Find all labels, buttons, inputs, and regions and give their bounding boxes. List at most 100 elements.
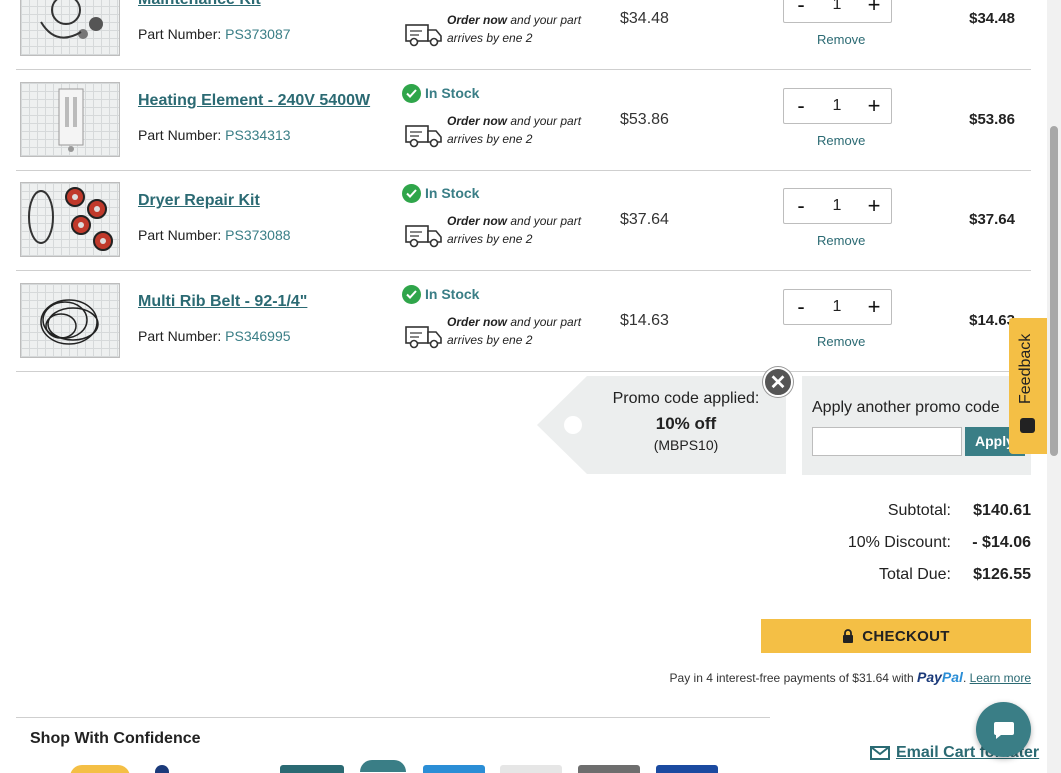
truck-icon <box>405 24 442 47</box>
badge-icon <box>656 765 718 773</box>
part-number-value[interactable]: PS373088 <box>225 227 290 243</box>
total-due-value: $126.55 <box>973 566 1031 583</box>
chat-icon <box>993 721 1014 739</box>
decrease-qty-button[interactable]: - <box>792 93 810 119</box>
paypal-suffix: . <box>962 671 967 685</box>
total-due-label: Total Due: <box>878 566 951 583</box>
remove-link[interactable]: Remove <box>817 133 865 148</box>
cart-row: Multi Rib Belt - 92-1/4" Part Number: PS… <box>16 271 1031 372</box>
cart-row: Dryer Repair Kit Part Number: PS373088 I… <box>16 170 1031 271</box>
part-number: Part Number: PS334313 <box>138 127 291 143</box>
quantity-stepper: - 1 + <box>783 88 892 124</box>
badge-icon <box>155 765 169 773</box>
badge-icon <box>423 765 485 773</box>
remove-link[interactable]: Remove <box>817 233 865 248</box>
part-number-value[interactable]: PS334313 <box>225 127 290 143</box>
badge-icon <box>70 765 130 773</box>
part-number-label: Part Number: <box>138 127 222 143</box>
paypal-logo: PayPal <box>917 669 963 685</box>
feedback-tab[interactable]: Feedback <box>1009 318 1047 454</box>
delivery-estimate: Order now and your part arrives by ene 2 <box>447 313 597 349</box>
stock-status: In Stock <box>402 83 479 103</box>
quantity-stepper: - 1 + <box>783 289 892 325</box>
quantity-value[interactable]: 1 <box>822 0 852 14</box>
badge-icon <box>578 765 640 773</box>
paypal-text: Pay in 4 interest-free payments of $31.6… <box>669 671 914 685</box>
product-name-link[interactable]: Heating Element - 240V 5400W <box>138 92 370 110</box>
promo-applied-label: Promo code applied: <box>612 390 760 407</box>
part-number-value[interactable]: PS346995 <box>225 328 290 344</box>
product-name-link[interactable]: Multi Rib Belt - 92-1/4" <box>138 293 307 311</box>
remove-link[interactable]: Remove <box>817 334 865 349</box>
eta-bold: Order now <box>447 114 508 128</box>
remove-link[interactable]: Remove <box>817 32 865 47</box>
line-total: $34.48 <box>969 10 1015 27</box>
check-icon <box>402 284 421 304</box>
stock-label: In Stock <box>425 85 480 101</box>
discount-label: 10% Discount: <box>847 534 951 551</box>
part-number: Part Number: PS346995 <box>138 328 291 344</box>
mail-icon <box>870 746 890 760</box>
decrease-qty-button[interactable]: - <box>792 0 810 18</box>
scrollbar-thumb[interactable] <box>1050 126 1058 456</box>
part-number-value[interactable]: PS373087 <box>225 26 290 42</box>
stock-label: In Stock <box>425 185 480 201</box>
scrollbar[interactable] <box>1047 0 1061 773</box>
product-image[interactable] <box>20 82 120 157</box>
part-number-label: Part Number: <box>138 26 222 42</box>
decrease-qty-button[interactable]: - <box>792 294 810 320</box>
cart-row: Heating Element - 240V 5400W Part Number… <box>16 70 1031 171</box>
badge-icon <box>280 765 344 773</box>
trust-badges <box>60 760 760 773</box>
increase-qty-button[interactable]: + <box>865 192 883 220</box>
feedback-icon <box>1020 418 1035 433</box>
promo-applied: Promo code applied: 10% off (MBPS10) <box>586 390 786 453</box>
promo-form: Apply another promo code Apply <box>802 376 1031 475</box>
lock-icon <box>843 629 854 643</box>
increase-qty-button[interactable]: + <box>865 92 883 120</box>
stock-status: In Stock <box>402 284 479 304</box>
subtotal-value: $140.61 <box>973 502 1031 519</box>
promo-code-input[interactable] <box>812 427 962 456</box>
quantity-value[interactable]: 1 <box>822 197 852 215</box>
stock-label: In Stock <box>425 286 480 302</box>
chat-button[interactable] <box>976 702 1031 757</box>
eta-bold: Order now <box>447 315 508 329</box>
product-image[interactable] <box>20 283 120 358</box>
unit-price: $14.63 <box>620 312 669 329</box>
paypal-installments: Pay in 4 interest-free payments of $31.6… <box>670 669 1031 685</box>
product-image[interactable] <box>20 0 120 56</box>
delivery-estimate: Order now and your part arrives by ene 2 <box>447 112 597 148</box>
line-total: $37.64 <box>969 211 1015 228</box>
quantity-stepper: - 1 + <box>783 188 892 224</box>
close-icon[interactable]: ✕ <box>763 367 793 397</box>
check-icon <box>402 183 421 203</box>
part-number: Part Number: PS373088 <box>138 227 291 243</box>
increase-qty-button[interactable]: + <box>865 0 883 19</box>
learn-more-link[interactable]: Learn more <box>970 671 1031 685</box>
eta-bold: Order now <box>447 214 508 228</box>
decrease-qty-button[interactable]: - <box>792 193 810 219</box>
promo-code: (MBPS10) <box>653 437 719 453</box>
checkout-button[interactable]: CHECKOUT <box>761 619 1031 653</box>
quantity-value[interactable]: 1 <box>822 97 852 115</box>
discount-value: - $14.06 <box>972 534 1031 551</box>
paypal-brand-pal: Pal <box>941 669 963 685</box>
paypal-brand-pay: Pay <box>917 669 942 685</box>
truck-icon <box>405 125 442 148</box>
unit-price: $37.64 <box>620 211 669 228</box>
eta-bold: Order now <box>447 13 508 27</box>
product-name-link[interactable]: Dryer Repair Kit <box>138 192 260 210</box>
subtotal-label: Subtotal: <box>887 502 951 519</box>
quantity-value[interactable]: 1 <box>822 298 852 316</box>
unit-price: $53.86 <box>620 111 669 128</box>
delivery-estimate: Order now and your part arrives by ene 2 <box>447 11 597 47</box>
increase-qty-button[interactable]: + <box>865 293 883 321</box>
truck-icon <box>405 326 442 349</box>
promo-form-title: Apply another promo code <box>812 399 1000 416</box>
product-name-link[interactable]: Maintenance Kit <box>138 0 261 9</box>
product-image[interactable] <box>20 182 120 257</box>
part-number-label: Part Number: <box>138 227 222 243</box>
section-divider <box>16 717 770 718</box>
promo-discount: 10% off <box>655 414 717 433</box>
